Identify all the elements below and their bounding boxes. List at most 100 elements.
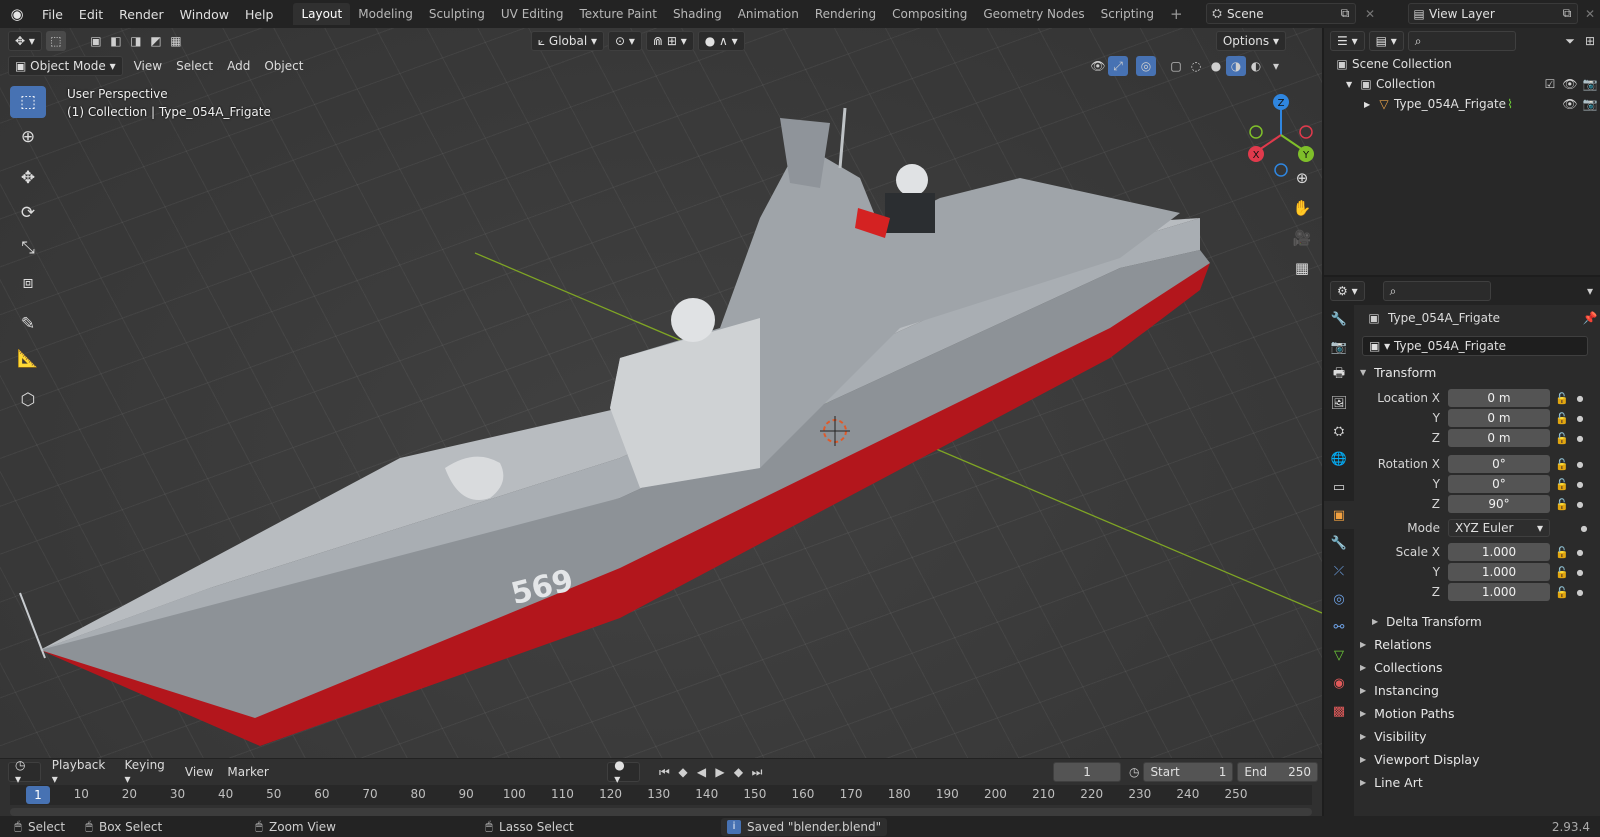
select-invert-icon[interactable]: ◩: [146, 31, 166, 51]
rotation-y-field[interactable]: 0°: [1448, 475, 1550, 493]
collection-visibility-eye-icon[interactable]: 👁: [1560, 74, 1580, 94]
timeline-scrollbar[interactable]: [10, 808, 1312, 816]
shading-wireframe-icon[interactable]: ◌: [1186, 56, 1206, 76]
xray-toggle-icon[interactable]: ▢: [1166, 56, 1186, 76]
tab-compositing[interactable]: Compositing: [884, 3, 975, 25]
properties-search-input[interactable]: ⌕: [1382, 281, 1491, 301]
outliner-row-collection[interactable]: ▼ ▣ Collection ☑ 👁 📷: [1324, 74, 1600, 94]
end-frame-field[interactable]: End 250: [1237, 762, 1318, 782]
lock-icon[interactable]: 🔓: [1550, 586, 1574, 599]
view-layer-tab-icon[interactable]: 🖼: [1324, 389, 1354, 417]
tool-move-icon[interactable]: ✥: [10, 162, 46, 194]
tab-rendering[interactable]: Rendering: [807, 3, 884, 25]
keyframe-record-toggle[interactable]: ● ▾: [607, 758, 641, 786]
pin-icon[interactable]: 📌: [1580, 308, 1600, 328]
select-subtract-icon[interactable]: ◨: [126, 31, 146, 51]
keyframe-dot-icon[interactable]: ●: [1574, 500, 1586, 509]
filter-icon[interactable]: ⏷: [1560, 31, 1580, 51]
menu-edit[interactable]: Edit: [71, 7, 111, 22]
menu-object[interactable]: Object: [257, 59, 310, 73]
menu-marker[interactable]: Marker: [220, 765, 275, 779]
menu-select[interactable]: Select: [169, 59, 220, 73]
render-tab-icon[interactable]: 📷: [1324, 333, 1354, 361]
line-art-section[interactable]: ▶ Line Art: [1356, 771, 1600, 794]
keyframe-dot-icon[interactable]: ●: [1574, 548, 1586, 557]
delta-transform-section[interactable]: ▶ Delta Transform: [1356, 610, 1600, 633]
menu-window[interactable]: Window: [172, 7, 237, 22]
lock-icon[interactable]: 🔓: [1550, 478, 1574, 491]
tool-transform-icon[interactable]: ⧈: [10, 267, 46, 299]
timeline-editor-type-dropdown[interactable]: ◷ ▾: [8, 758, 41, 786]
shading-solid-icon[interactable]: ●: [1206, 56, 1226, 76]
keyframe-dot-icon[interactable]: ●: [1574, 588, 1586, 597]
outliner-editor-type-dropdown[interactable]: ☰ ▾: [1330, 31, 1365, 51]
keyframe-dot-icon[interactable]: ●: [1574, 460, 1586, 469]
zoom-icon[interactable]: ⊕: [1288, 164, 1316, 192]
tool-select-box-icon[interactable]: ⬚: [10, 86, 46, 118]
shading-material-icon[interactable]: ◑: [1226, 56, 1246, 76]
pan-hand-icon[interactable]: ✋: [1288, 194, 1316, 222]
3d-viewport[interactable]: 569 ✥ ▾ ⬚ ▣ ◧ ◨ ◩ ▦ ⟀ Global ▾ ⊙ ▾ ⋒ ⊞ ▾…: [0, 28, 1322, 758]
visibility-section[interactable]: ▶ Visibility: [1356, 725, 1600, 748]
scale-z-field[interactable]: 1.000: [1448, 583, 1550, 601]
status-message[interactable]: i Saved "blender.blend": [721, 817, 888, 836]
gizmo-neg-y-icon[interactable]: [1249, 125, 1263, 139]
instancing-section[interactable]: ▶ Instancing: [1356, 679, 1600, 702]
properties-editor-type-dropdown[interactable]: ⚙ ▾: [1330, 281, 1365, 301]
timeline-ruler[interactable]: 1102030405060708090100110120130140150160…: [10, 785, 1312, 805]
copy-scene-icon[interactable]: ⧉: [1335, 4, 1355, 24]
view-layer-selector[interactable]: ▤ View Layer ⧉: [1408, 3, 1578, 24]
outliner-search-input[interactable]: ⌕: [1407, 31, 1516, 51]
tool-cursor-icon[interactable]: ⊕: [10, 121, 46, 153]
menu-render[interactable]: Render: [111, 7, 172, 22]
delete-scene-icon[interactable]: ✕: [1360, 4, 1380, 24]
tool-measure-icon[interactable]: 📐: [10, 343, 46, 375]
texture-tab-icon[interactable]: ▩: [1324, 697, 1354, 725]
relations-section[interactable]: ▶ Relations: [1356, 633, 1600, 656]
shading-options-icon[interactable]: ▾: [1266, 56, 1286, 76]
tool-scale-icon[interactable]: ⤡: [10, 232, 46, 264]
jump-start-icon[interactable]: ⏮: [655, 762, 674, 782]
viewport-display-section[interactable]: ▶ Viewport Display: [1356, 748, 1600, 771]
mode-dropdown[interactable]: ▣ Object Mode ▾: [8, 56, 123, 76]
gizmo-neg-z-icon[interactable]: [1274, 163, 1288, 177]
scale-y-field[interactable]: 1.000: [1448, 563, 1550, 581]
lock-icon[interactable]: 🔓: [1550, 392, 1574, 405]
jump-end-icon[interactable]: ⏭: [748, 762, 767, 782]
outliner-row-object[interactable]: ▶ ▽ Type_054A_Frigate ⌇ 👁 📷: [1324, 94, 1600, 114]
scene-tab-icon[interactable]: ⛭: [1324, 417, 1354, 445]
perspective-toggle-icon[interactable]: ▦: [1288, 254, 1316, 282]
menu-keying[interactable]: Keying ▾: [117, 758, 177, 786]
pivot-point-dropdown[interactable]: ⊙ ▾: [608, 31, 642, 51]
tab-uv-editing[interactable]: UV Editing: [493, 3, 572, 25]
tab-texture-paint[interactable]: Texture Paint: [572, 3, 665, 25]
play-reverse-icon[interactable]: ◀: [692, 762, 711, 782]
shading-rendered-icon[interactable]: ◐: [1246, 56, 1266, 76]
transform-section-header[interactable]: ▼ Transform: [1356, 361, 1600, 384]
world-tab-icon[interactable]: 🌐: [1324, 445, 1354, 473]
rotation-mode-dropdown[interactable]: XYZ Euler ▾: [1448, 519, 1550, 537]
lock-icon[interactable]: 🔓: [1550, 458, 1574, 471]
constraints-tab-icon[interactable]: ⚯: [1324, 613, 1354, 641]
object-visibility-eye-icon[interactable]: 👁: [1560, 94, 1580, 114]
lock-icon[interactable]: 🔓: [1550, 412, 1574, 425]
lock-icon[interactable]: 🔓: [1550, 566, 1574, 579]
play-icon[interactable]: ▶: [711, 762, 730, 782]
location-x-field[interactable]: 0 m: [1448, 389, 1550, 407]
proportional-edit-dropdown[interactable]: ● ∧ ▾: [697, 31, 745, 51]
add-workspace-icon[interactable]: +: [1162, 3, 1191, 25]
tab-geometry-nodes[interactable]: Geometry Nodes: [975, 3, 1092, 25]
select-intersect-icon[interactable]: ▦: [166, 31, 186, 51]
tab-sculpting[interactable]: Sculpting: [421, 3, 493, 25]
visibility-dropdown-icon[interactable]: 👁: [1088, 56, 1108, 76]
transform-orientation-dropdown[interactable]: ⟀ Global ▾: [530, 31, 605, 51]
tab-animation[interactable]: Animation: [730, 3, 807, 25]
collections-section[interactable]: ▶ Collections: [1356, 656, 1600, 679]
keyframe-dot-icon[interactable]: ●: [1578, 524, 1590, 533]
physics-tab-icon[interactable]: ◎: [1324, 585, 1354, 613]
prev-keyframe-icon[interactable]: ◆: [674, 762, 693, 782]
modifier-tab-icon[interactable]: 🔧: [1324, 529, 1354, 557]
keyframe-dot-icon[interactable]: ●: [1574, 480, 1586, 489]
current-frame-field[interactable]: 1: [1053, 762, 1121, 782]
gizmo-neg-x-icon[interactable]: [1299, 125, 1313, 139]
